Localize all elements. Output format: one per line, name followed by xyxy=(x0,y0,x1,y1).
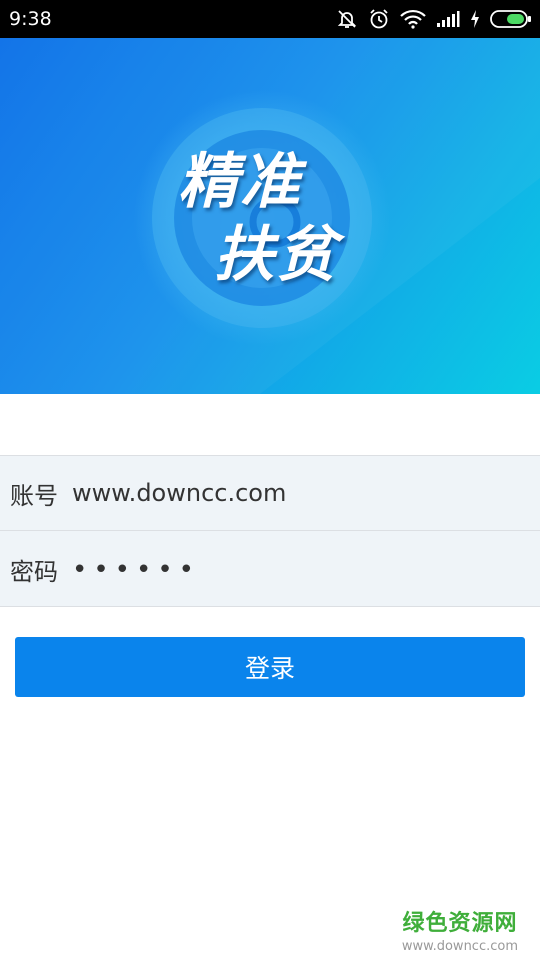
mute-bell-icon xyxy=(336,8,358,30)
watermark: 绿色资源网 www.downcc.com xyxy=(402,905,518,954)
status-icons xyxy=(336,8,532,30)
battery-icon xyxy=(490,9,532,29)
banner: 精准 扶贫 xyxy=(0,38,540,394)
watermark-name: 绿色资源网 xyxy=(402,911,518,936)
charging-icon xyxy=(470,10,480,28)
account-input[interactable]: www.downcc.com xyxy=(72,479,512,507)
watermark-url: www.downcc.com xyxy=(401,939,518,954)
status-time: 9:38 xyxy=(9,8,52,30)
banner-title-line1: 精准 xyxy=(178,147,302,217)
banner-title-line2: 扶贫 xyxy=(214,220,338,290)
account-row: 账号 www.downcc.com xyxy=(0,456,540,531)
password-input[interactable]: •••••• xyxy=(72,555,512,585)
account-label: 账号 xyxy=(10,481,58,510)
alarm-icon xyxy=(368,8,390,30)
signal-icon xyxy=(436,10,460,28)
password-label: 密码 xyxy=(10,558,58,586)
status-bar: 9:38 xyxy=(0,0,540,38)
login-button[interactable]: 登录 xyxy=(15,637,525,697)
password-row: 密码 •••••• xyxy=(0,532,540,607)
login-form: 账号 www.downcc.com 密码 •••••• xyxy=(0,455,540,607)
wifi-icon xyxy=(400,9,426,29)
